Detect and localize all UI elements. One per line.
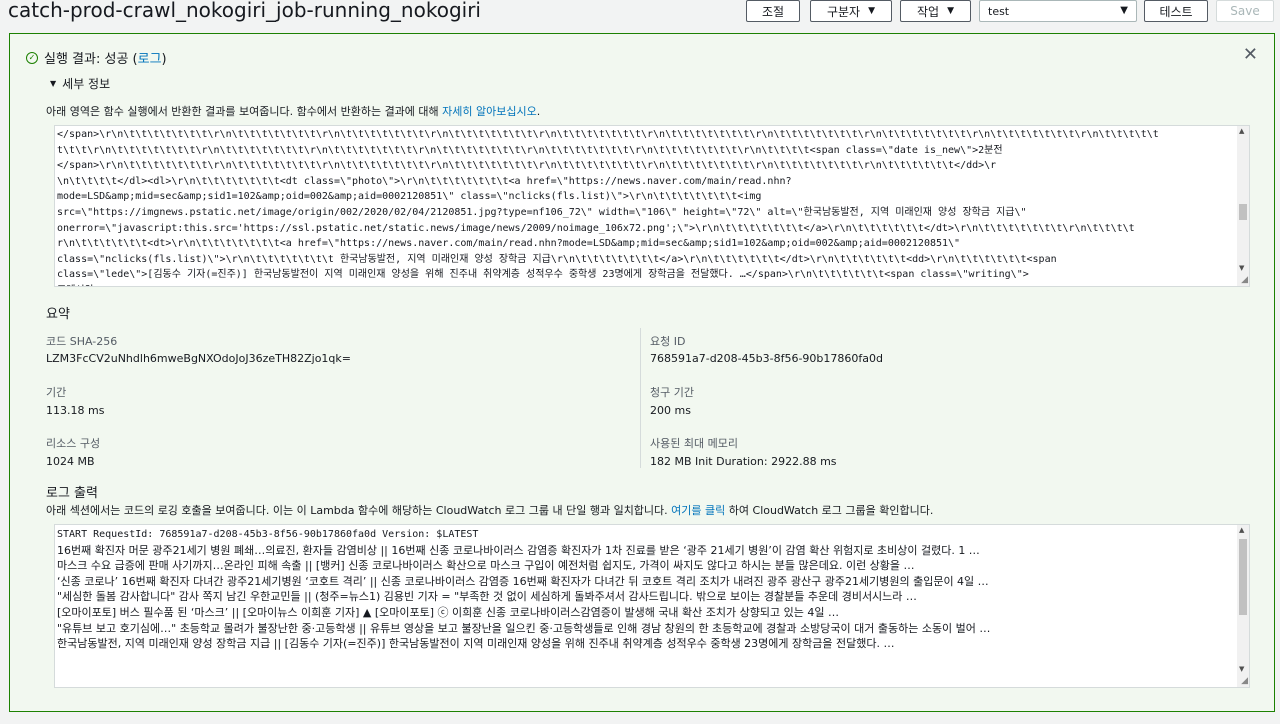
max-memory-label: 사용된 최대 메모리 [650,437,738,450]
code-sha-value: LZM3FcCV2uNhdlh6mweBgNXOdoJoJ36zeTH82Zjo… [46,352,351,365]
actions-button[interactable]: 작업 ▼ [900,0,971,22]
output-line: class=\"nclicks(fls.list)\">\r\n\t\t\t\t… [57,253,1057,265]
output-line: src=\"https://imgnews.pstatic.net/image/… [57,206,1027,218]
duration-value: 113.18 ms [46,404,105,417]
scroll-down-icon[interactable]: ▼ [1239,665,1244,673]
execution-result-panel: ✓ 실행 결과: 성공 (로그) ✕ ▼ 세부 정보 아래 영역은 함수 실행에… [9,33,1275,712]
test-event-value: test [988,4,1010,18]
result-output-text: </span>\r\n\t\t\t\t\t\t\t\r\n\t\t\t\t\t\… [55,126,1249,286]
result-output-box[interactable]: </span>\r\n\t\t\t\t\t\t\t\r\n\t\t\t\t\t\… [54,125,1250,287]
resources-label: 리소스 구성 [46,437,101,450]
log-link[interactable]: 로그 [138,52,162,67]
summary-title: 요약 [46,307,70,322]
details-label: 세부 정보 [62,77,111,91]
scroll-thumb[interactable] [1239,204,1247,220]
code-sha-label: 코드 SHA-256 [46,335,118,348]
output-line: class=\"lede\">[김동수 기자(=진주)] 한국남동발전이 지역 … [57,269,1029,281]
output-line: mode=LSD&amp;mid=sec&amp;sid1=102&amp;oi… [57,191,762,203]
result-suffix: ) [161,52,167,67]
output-line: </span>\r\n\t\t\t\t\t\t\t\r\n\t\t\t\t\t\… [57,129,1159,140]
caret-down-icon: ▼ [1120,5,1128,16]
caret-down-icon: ▼ [868,6,876,16]
log-lines: START RequestId: 768591a7-d208-45b3-8f56… [55,525,1249,652]
caret-down-icon: ▼ [947,6,954,16]
success-check-icon: ✓ [26,51,38,64]
request-id-label: 요청 ID [650,335,686,348]
result-prefix: 실행 결과: 성공 ( [44,52,138,67]
result-description: 아래 영역은 함수 실행에서 반환한 결과를 보여줍니다. 함수에서 반환하는 … [46,105,541,118]
log-line: "유튜브 보고 호기심에…" 초등학교 몰려가 불장난한 중·고등학생 || 유… [57,621,991,635]
duration-label: 기간 [46,386,67,399]
scroll-thumb[interactable] [1239,539,1247,615]
request-id-value: 768591a7-d208-45b3-8f56-90b17860fa0d [650,352,883,365]
log-line: 16번째 확진자 머문 광주21세기 병원 폐쇄…의료진, 환자들 감염비상 |… [57,543,980,557]
cloudwatch-link[interactable]: 여기를 클릭 [671,504,725,517]
log-line: 마스크 수요 급증에 판매 사기까지…온라인 피해 속출 || [뱅커] 신종 … [57,559,915,573]
log-scrollbar[interactable]: ▲ ▼ [1237,525,1249,687]
billed-duration-label: 청구 기간 [650,386,694,399]
throttle-button[interactable]: 조절 [746,0,800,22]
learn-more-link[interactable]: 자세히 알아보십시오 [442,105,537,118]
log-line: 한국남동발전, 지역 미래인재 양성 장학금 지급 || [김동수 기자(=진주… [57,637,895,651]
save-button[interactable]: Save [1216,0,1274,22]
max-memory-value: 182 MB Init Duration: 2922.88 ms [650,455,837,468]
output-line: 프레시안 [57,283,1229,286]
billed-duration-value: 200 ms [650,404,691,417]
test-label: 테스트 [1159,4,1193,19]
details-toggle[interactable]: ▼ 세부 정보 [50,75,110,92]
log-line: [오마이포토] 버스 필수품 된 ‘마스크’ || [오마이뉴스 이희훈 기자]… [57,605,839,619]
resize-handle-icon[interactable]: ◢ [1241,275,1248,285]
output-line: </span>\r\n\t\t\t\t\t\t\t\r\n\t\t\t\t\t\… [57,160,997,172]
resize-handle-icon[interactable]: ◢ [1241,676,1248,686]
log-output-title: 로그 출력 [46,486,98,501]
log-output-box[interactable]: START RequestId: 768591a7-d208-45b3-8f56… [54,524,1250,688]
result-heading: ✓ 실행 결과: 성공 (로그) [26,48,167,67]
actions-label: 작업 [916,4,940,19]
output-line: onerror=\"javascript:this.src='https://s… [57,222,1135,234]
summary-divider [640,328,641,468]
scroll-up-icon[interactable]: ▲ [1239,127,1244,135]
log-line: ‘신종 코로나’ 16번째 확진자 다녀간 광주21세기병원 ‘코호트 격리’ … [57,574,989,588]
resources-value: 1024 MB [46,455,95,468]
function-title: catch-prod-crawl_nokogiri_job-running_no… [8,0,481,22]
qualifiers-button[interactable]: 구분자 ▼ [810,0,892,22]
test-event-select[interactable]: test ▼ [979,0,1137,22]
log-line: START RequestId: 768591a7-d208-45b3-8f56… [57,529,479,540]
output-line: r\n\t\t\t\t\t\t<dt>\r\n\t\t\t\t\t\t\t<a … [57,238,961,250]
test-button[interactable]: 테스트 [1144,0,1208,22]
log-description: 아래 섹션에서는 코드의 로깅 호출을 보여줍니다. 이는 이 Lambda 함… [46,504,934,517]
output-line: t\t\t\r\n\t\t\t\t\t\t\t\r\n\t\t\t\t\t\t\… [57,144,1003,156]
output-line: \n\t\t\t\t</dl><dl>\r\n\t\t\t\t\t\t\t<dt… [57,175,792,187]
scroll-down-icon[interactable]: ▼ [1239,264,1244,272]
throttle-label: 조절 [761,4,785,19]
log-line: "세심한 돌봄 감사합니다" 감사 쪽지 남긴 우한교민들 || (청주=뉴스1… [57,590,917,604]
save-label: Save [1230,4,1260,18]
caret-down-icon: ▼ [50,79,57,88]
close-icon[interactable]: ✕ [1243,44,1258,65]
qualifiers-label: 구분자 [826,4,861,19]
output-scrollbar[interactable]: ▲ ▼ [1237,126,1249,286]
top-bar: catch-prod-crawl_nokogiri_job-running_no… [0,0,1280,28]
scroll-up-icon[interactable]: ▲ [1239,526,1244,534]
